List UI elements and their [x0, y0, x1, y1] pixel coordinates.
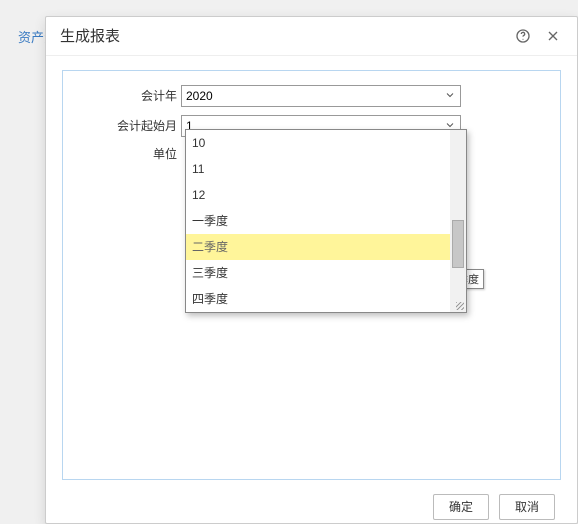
- help-icon[interactable]: [513, 26, 533, 46]
- dialog-footer: 确定 取消: [46, 494, 577, 523]
- dialog-body: 会计年 2020 会计起始月 1 单位 10 11: [46, 56, 577, 494]
- resize-grip-icon[interactable]: [450, 298, 466, 312]
- dropdown-option[interactable]: 10: [186, 130, 466, 156]
- form-panel: 会计年 2020 会计起始月 1 单位 10 11: [62, 70, 561, 480]
- label-year: 会计年: [75, 87, 181, 104]
- generate-report-dialog: 生成报表 会计年 2020 会计起始月 1: [45, 16, 578, 524]
- cancel-button[interactable]: 取消: [499, 494, 555, 520]
- dropdown-list: 10 11 12 一季度 二季度 三季度 四季度: [186, 130, 466, 312]
- select-year[interactable]: 2020: [181, 85, 461, 107]
- dropdown-option[interactable]: 12: [186, 182, 466, 208]
- label-unit: 单位: [75, 145, 181, 162]
- dialog-header: 生成报表: [46, 17, 577, 56]
- dropdown-option[interactable]: 三季度: [186, 260, 466, 286]
- select-year-value: 2020: [186, 89, 213, 103]
- dropdown-option[interactable]: 11: [186, 156, 466, 182]
- dropdown-option[interactable]: 一季度: [186, 208, 466, 234]
- start-month-dropdown: 10 11 12 一季度 二季度 三季度 四季度: [185, 129, 467, 313]
- label-start-month: 会计起始月: [75, 117, 181, 134]
- scrollbar-thumb[interactable]: [452, 220, 464, 268]
- dropdown-option-highlighted[interactable]: 二季度: [186, 234, 466, 260]
- close-icon[interactable]: [543, 26, 563, 46]
- dropdown-scrollbar[interactable]: [450, 130, 466, 298]
- dropdown-option[interactable]: 四季度: [186, 286, 466, 312]
- row-year: 会计年 2020: [75, 85, 548, 107]
- dialog-title: 生成报表: [60, 25, 503, 46]
- ok-button[interactable]: 确定: [433, 494, 489, 520]
- chevron-down-icon: [444, 89, 456, 104]
